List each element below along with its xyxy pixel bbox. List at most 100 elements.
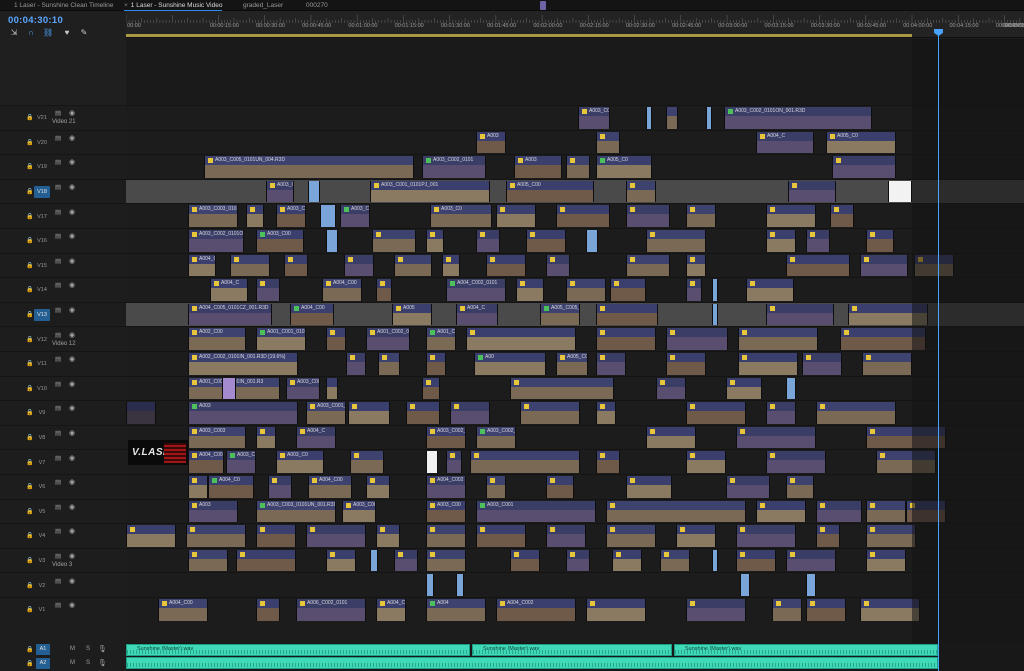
video-clip[interactable] [268,476,292,498]
video-clip[interactable] [326,377,338,400]
video-clip[interactable] [738,353,798,375]
track-target-v8[interactable]: V8 [34,432,50,444]
video-clip[interactable] [350,451,384,473]
track-lane-v6[interactable] [126,474,1024,499]
video-clip[interactable] [666,353,706,375]
video-clip[interactable] [326,549,356,572]
video-clip[interactable] [888,180,912,203]
video-clip[interactable] [426,574,434,596]
video-clip[interactable] [806,230,830,252]
video-clip[interactable]: A004_C [296,426,336,449]
video-clip[interactable] [726,377,762,400]
video-clip[interactable] [426,525,466,547]
video-clip[interactable]: A003_C00 [256,230,304,252]
lock-icon[interactable]: 🔒 [26,532,33,539]
video-clip[interactable] [546,476,574,498]
video-clip[interactable] [686,279,702,301]
sync-lock-icon[interactable]: ▤ [55,503,61,511]
video-clip[interactable] [610,279,646,301]
video-clip[interactable] [786,549,836,572]
track-target-v16[interactable]: V16 [34,235,50,247]
mute-button[interactable]: M [70,660,75,666]
sync-lock-icon[interactable]: ▤ [55,183,61,191]
sync-lock-icon[interactable]: ▤ [55,380,61,388]
track-target-v4[interactable]: V4 [34,530,50,542]
video-clip[interactable]: A005_C00 [556,353,588,375]
solo-button[interactable]: S [86,646,90,652]
video-clip[interactable] [222,377,236,400]
video-clip[interactable] [666,107,678,129]
track-target-v11[interactable]: V11 [34,358,50,370]
video-clip[interactable] [486,254,526,277]
video-clip[interactable]: A003_C00 [276,205,306,227]
lock-icon[interactable]: 🔒 [26,557,33,564]
video-clip[interactable] [860,254,908,277]
track-lane-v21[interactable] [126,105,1024,130]
video-clip[interactable] [456,574,464,596]
eye-icon[interactable]: ◉ [69,527,75,535]
video-clip[interactable] [712,303,718,326]
video-clip[interactable]: A001_C001 [426,328,456,350]
add-marker-icon[interactable]: ♥ [62,28,72,38]
video-clip[interactable] [422,377,440,400]
sync-lock-icon[interactable]: ▤ [55,257,61,265]
track-target-v20[interactable]: V20 [34,137,50,149]
eye-icon[interactable]: ◉ [69,109,75,117]
video-clip[interactable] [510,377,614,400]
video-clip[interactable] [606,525,656,547]
video-tracks-area[interactable]: A003_C003_0101ON A003_C002_0101ON_001.R3D… [126,105,1024,643]
eye-icon[interactable]: ◉ [69,232,75,240]
video-clip[interactable] [426,549,466,572]
video-clip[interactable] [786,476,814,498]
video-clip[interactable] [686,451,726,473]
video-clip[interactable]: A004_C001_0101 [188,254,216,277]
playhead-line[interactable] [938,30,939,671]
video-clip[interactable] [186,525,246,547]
video-clip[interactable]: A003_C003_0101 [188,205,238,227]
video-clip[interactable] [832,156,896,178]
wrench-settings-icon[interactable]: ✎ [79,28,89,38]
video-clip[interactable] [442,254,460,277]
track-target-v9[interactable]: V9 [34,407,50,419]
video-clip[interactable] [326,328,346,350]
video-clip[interactable] [596,353,626,375]
lock-icon[interactable]: 🔒 [26,606,33,613]
video-clip[interactable]: A005 [392,303,432,326]
video-clip[interactable] [596,328,656,350]
video-clip[interactable] [806,574,816,596]
eye-icon[interactable]: ◉ [69,134,75,142]
track-lane-v2[interactable] [126,572,1024,597]
lock-icon[interactable]: 🔒 [26,508,33,515]
video-clip[interactable] [736,549,776,572]
video-clip[interactable] [476,230,500,252]
video-clip[interactable] [378,353,400,375]
video-clip[interactable]: A004_C [210,279,248,301]
tab-000270[interactable]: 000270 [306,1,328,11]
video-clip[interactable] [348,402,390,424]
video-clip[interactable] [686,599,746,621]
eye-icon[interactable]: ◉ [69,331,75,339]
video-clip[interactable] [866,525,916,547]
video-clip[interactable]: A003_C003_0101UN_001.R3D [256,500,336,523]
lock-icon[interactable]: 🔒 [26,163,33,170]
track-target-v5[interactable]: V5 [34,506,50,518]
sync-lock-icon[interactable]: ▤ [55,281,61,289]
lock-icon[interactable]: 🔒 [26,409,33,416]
video-clip[interactable]: A003_C002_0101 [422,156,486,178]
video-clip[interactable] [606,500,746,523]
video-clip[interactable] [766,205,816,227]
mute-button[interactable]: M [70,646,75,652]
video-clip[interactable]: A003_C002_0101 [340,205,370,227]
insert-sequence-icon[interactable]: ⇲ [9,28,19,38]
track-target-v18[interactable]: V18 [34,186,50,199]
video-clip[interactable]: A003_C0 [276,451,324,473]
video-clip[interactable] [816,402,896,424]
video-clip[interactable] [866,549,906,572]
video-clip[interactable] [766,230,796,252]
solo-button[interactable]: S [86,660,90,666]
video-clip[interactable] [596,402,616,424]
video-clip[interactable]: A004_C [756,131,814,154]
video-clip[interactable] [596,451,620,473]
video-clip[interactable]: A003_C003_0101IN_001.R3D [20%] [286,377,320,400]
sync-lock-icon[interactable]: ▤ [55,208,61,216]
